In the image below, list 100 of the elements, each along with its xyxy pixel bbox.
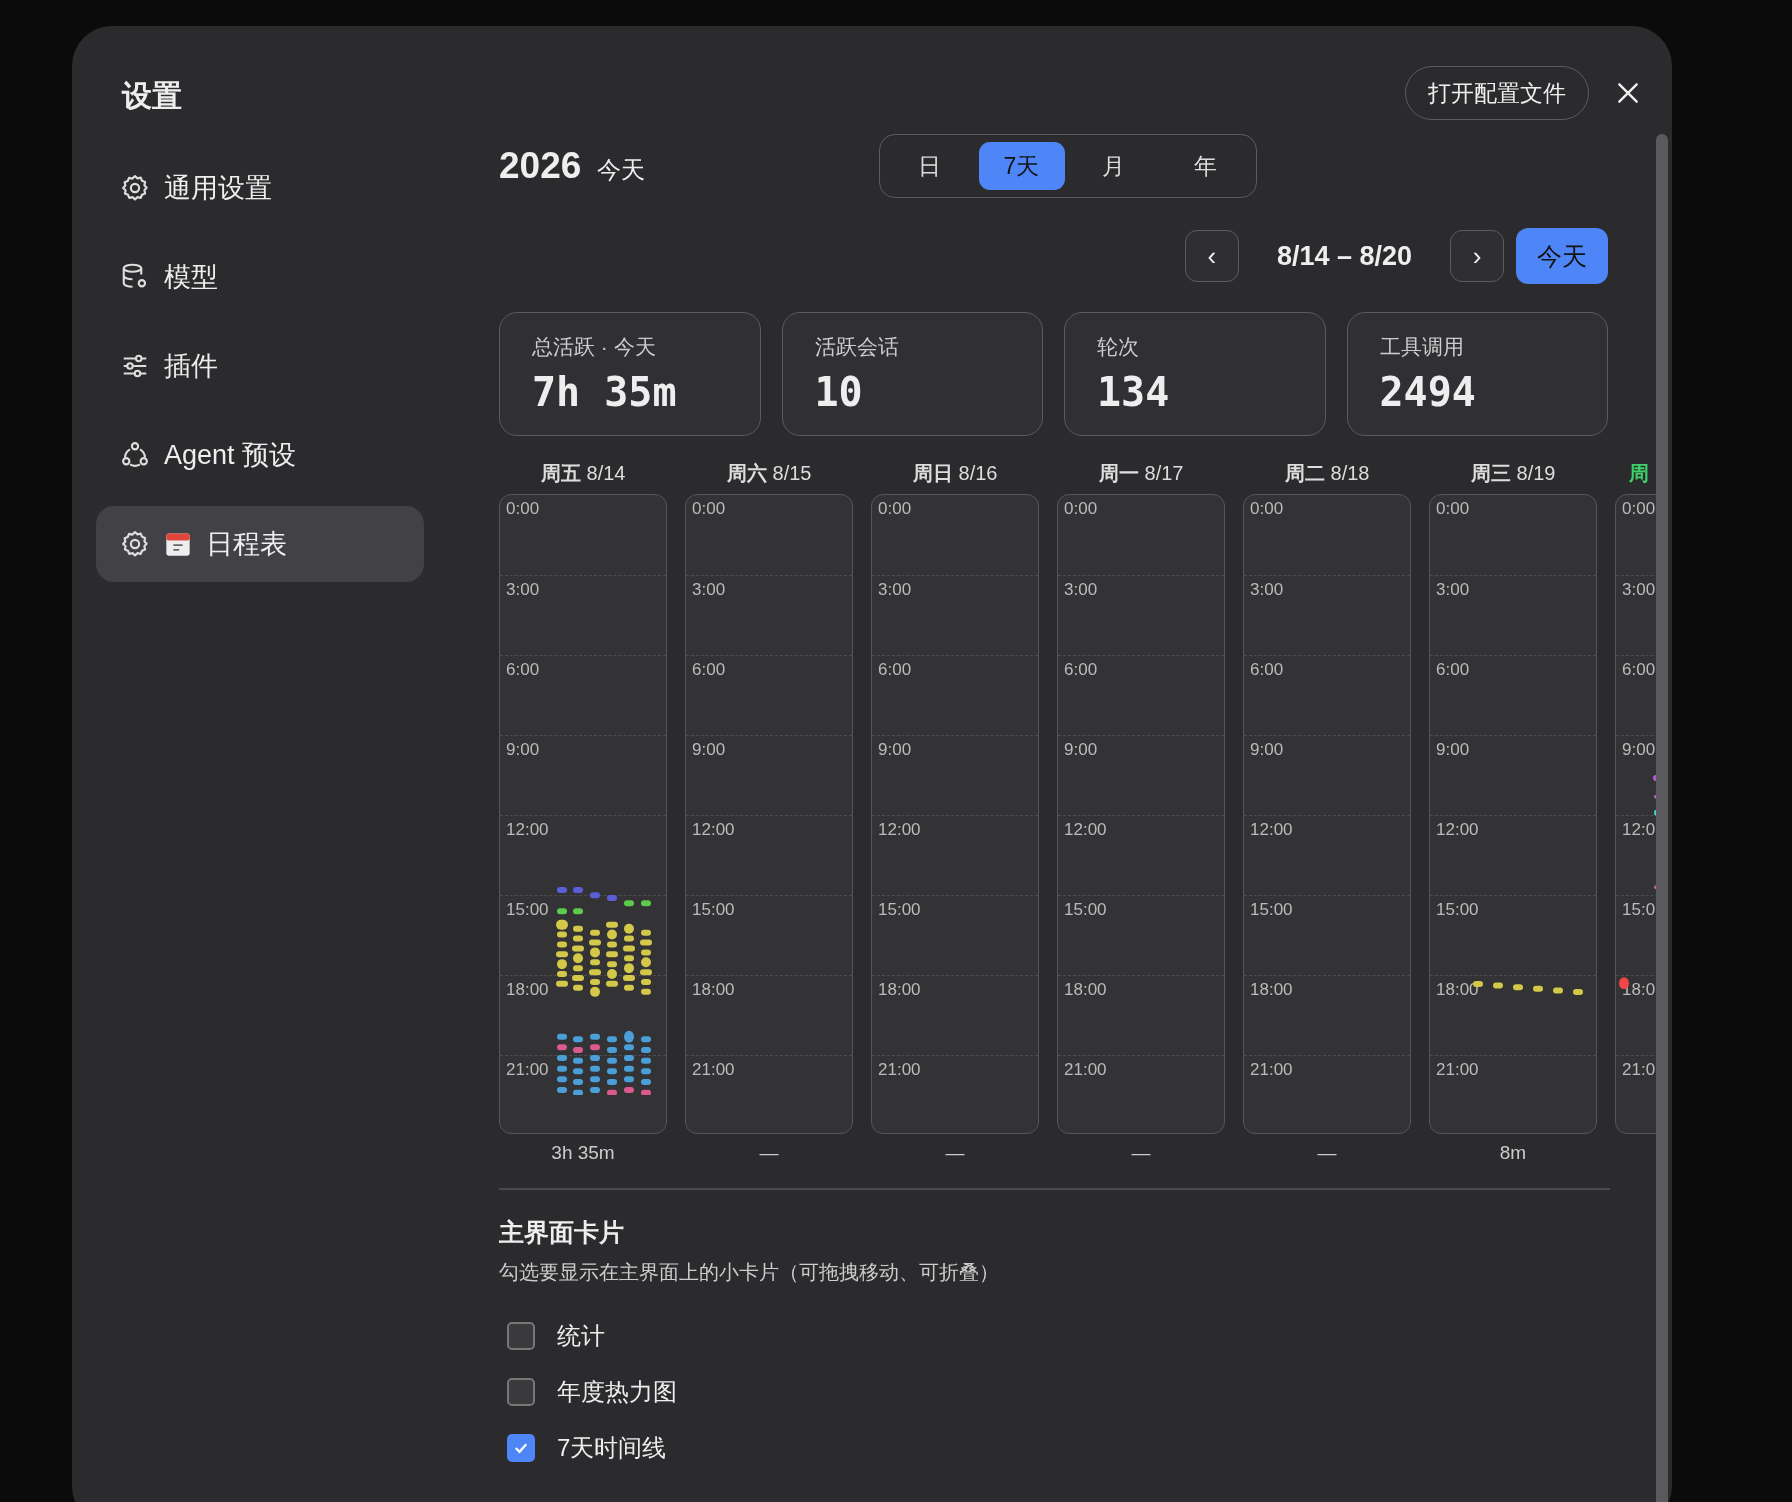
hour-label: 18:00: [1250, 980, 1293, 999]
hour-label: 6:00: [1622, 660, 1656, 679]
day-heading: 周一 8/17: [1098, 461, 1184, 486]
hour-label: 3:00: [878, 580, 912, 599]
day-heading: 周六 8/15: [726, 461, 812, 486]
sidebar-item[interactable]: 模型: [96, 239, 424, 315]
next-button[interactable]: ›: [1450, 230, 1504, 282]
hour-label: 9:00: [506, 740, 540, 759]
range-tab[interactable]: 月: [1070, 142, 1157, 190]
hour-label: 15:00: [1250, 900, 1293, 919]
hour-label: 6:00: [878, 660, 912, 679]
hour-label: 3:00: [692, 580, 726, 599]
day-total: —: [945, 1142, 965, 1164]
hour-label: 3:00: [1250, 580, 1284, 599]
hour-label: 3:00: [506, 580, 540, 599]
hour-label: 0:00: [878, 499, 912, 518]
hour-label: 21:00: [1436, 1060, 1479, 1079]
checkbox[interactable]: [507, 1433, 535, 1462]
hour-label: 12:00: [1436, 820, 1479, 839]
hour-label: 6:00: [1436, 660, 1470, 679]
stat-label: 轮次: [1097, 334, 1140, 360]
hour-label: 0:00: [1436, 499, 1470, 518]
agent-icon: [120, 440, 150, 470]
hour-label: 6:00: [692, 660, 726, 679]
date-range: 8/14 – 8/20: [1275, 240, 1413, 272]
hour-label: 18:00: [1436, 980, 1479, 999]
day-heading: 周三 8/19: [1470, 461, 1556, 486]
hour-label: 18:00: [506, 980, 549, 999]
hour-label: 9:00: [1436, 740, 1470, 759]
day-heading: 周日 8/16: [912, 461, 998, 486]
settings-icon: [120, 529, 150, 559]
option-label: 7天时间线: [557, 1432, 667, 1463]
hour-label: 12:00: [692, 820, 735, 839]
dialog-title: 设置: [122, 78, 183, 114]
range-tab[interactable]: 日: [886, 142, 973, 190]
stat-label: 工具调用: [1379, 334, 1465, 360]
sidebar-item[interactable]: 插件: [96, 328, 424, 404]
hour-label: 12:00: [1064, 820, 1107, 839]
hour-label: 3:00: [1622, 580, 1656, 599]
hour-label: 18:00: [878, 980, 921, 999]
stat-value: 7h 35m: [532, 369, 678, 415]
stat-label: 活跃会话: [814, 334, 900, 360]
hour-label: 9:00: [692, 740, 726, 759]
hour-label: 12:00: [878, 820, 921, 839]
settings-icon: [120, 173, 150, 203]
stat-value: 134: [1097, 369, 1171, 415]
hour-label: 15:00: [1436, 900, 1479, 919]
hour-label: 3:00: [1064, 580, 1098, 599]
hour-label: 9:00: [1250, 740, 1284, 759]
hour-label: 3:00: [1436, 580, 1470, 599]
hour-label: 21:00: [506, 1060, 549, 1079]
scrollbar[interactable]: [1656, 134, 1668, 1502]
day-total: 8m: [1499, 1142, 1527, 1164]
hour-label: 9:00: [1064, 740, 1098, 759]
today-button[interactable]: 今天: [1516, 228, 1608, 284]
stat-label: 总活跃 · 今天: [532, 334, 657, 360]
hour-label: 15:00: [878, 900, 921, 919]
sidebar-item[interactable]: Agent 预设: [96, 417, 424, 493]
hour-label: 6:00: [1250, 660, 1284, 679]
hour-label: 15:00: [692, 900, 735, 919]
hour-label: 18:00: [692, 980, 735, 999]
day-heading: 周: [1628, 461, 1649, 486]
option-label: 年度热力图: [557, 1376, 677, 1407]
section-description: 勾选要显示在主界面上的小卡片（可拖拽移动、可折叠）: [499, 1259, 1000, 1285]
sidebar-item[interactable]: 通用设置: [96, 150, 424, 226]
option-label: 统计: [557, 1320, 605, 1351]
range-tab[interactable]: 7天: [978, 142, 1065, 190]
stat-value: 10: [814, 369, 864, 415]
hour-label: 12:00: [506, 820, 549, 839]
day-heading: 周五 8/14: [540, 461, 626, 486]
hour-label: 21:00: [1250, 1060, 1293, 1079]
hour-label: 12:0: [1622, 820, 1656, 839]
stat-value: 2494: [1379, 369, 1477, 415]
hour-label: 21:0: [1622, 1060, 1656, 1079]
day-total: 3h 35m: [551, 1142, 615, 1164]
hour-label: 0:00: [1064, 499, 1098, 518]
close-icon: [1615, 80, 1641, 106]
range-tab[interactable]: 年: [1162, 142, 1249, 190]
day-heading: 周二 8/18: [1284, 461, 1370, 486]
checkbox[interactable]: [507, 1377, 535, 1406]
today-label: 今天: [597, 155, 646, 185]
checkbox[interactable]: [507, 1321, 535, 1350]
hour-label: 0:00: [1622, 499, 1656, 518]
hour-label: 18:00: [1064, 980, 1107, 999]
section-title: 主界面卡片: [499, 1216, 625, 1248]
hour-label: 6:00: [1064, 660, 1098, 679]
hour-label: 21:00: [878, 1060, 921, 1079]
previous-button[interactable]: ‹: [1184, 230, 1239, 282]
day-total: —: [759, 1142, 779, 1164]
hour-label: 15:00: [1064, 900, 1107, 919]
hour-label: 21:00: [692, 1060, 735, 1079]
hour-label: 0:00: [692, 499, 726, 518]
hour-label: 0:00: [1250, 499, 1284, 518]
sidebar-item[interactable]: 日程表: [96, 506, 424, 582]
hour-label: 12:00: [1250, 820, 1293, 839]
day-total: —: [1317, 1142, 1337, 1164]
hour-label: 9:00: [1622, 740, 1656, 759]
hour-label: 9:00: [878, 740, 912, 759]
year-label: 2026: [499, 145, 582, 187]
hour-label: 15:0: [1622, 900, 1656, 919]
